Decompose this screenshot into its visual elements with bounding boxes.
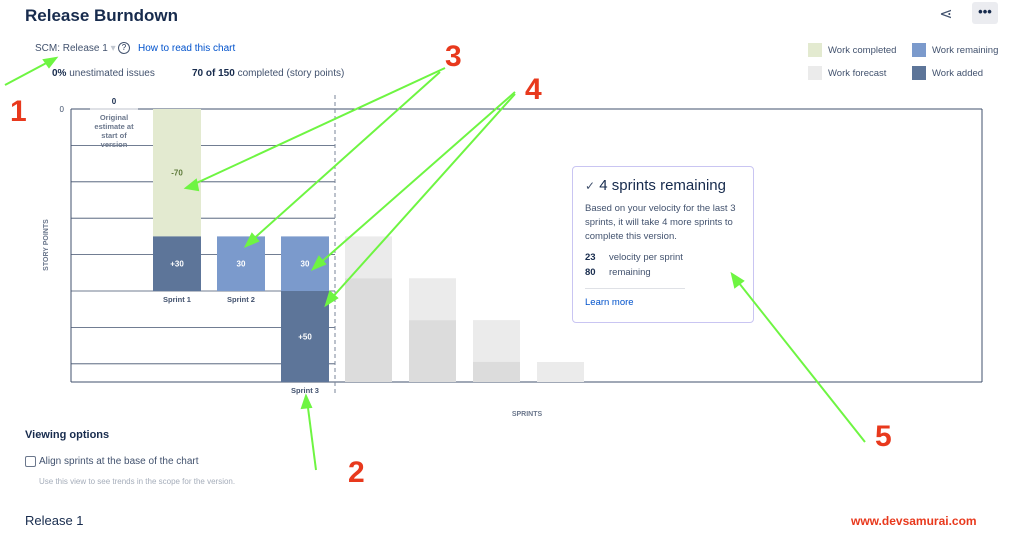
bar-work-forecast [345, 236, 392, 279]
annotation-3: 3 [445, 40, 462, 73]
bar-work-forecast [473, 320, 520, 362]
align-sprints-hint: Use this view to see trends in the scope… [39, 477, 236, 486]
y-axis-label: STORY POINTS [43, 219, 50, 271]
bar-label: +50 [298, 333, 312, 342]
bar-forecast-remaining [473, 361, 520, 382]
bar-label: +30 [170, 260, 184, 269]
original-estimate-bar [90, 108, 138, 110]
check-icon: ✓ [585, 179, 596, 193]
original-estimate-label: estimate at [94, 122, 134, 131]
original-estimate-label: version [101, 140, 128, 149]
original-estimate-label: Original [100, 113, 128, 122]
align-sprints-checkbox[interactable] [25, 456, 36, 467]
release-heading: Release 1 [25, 513, 84, 528]
sprint-label: Sprint 3 [291, 386, 319, 395]
viewing-options-heading: Viewing options [25, 429, 110, 441]
card-title: 4 sprints remaining [599, 177, 726, 194]
annotation-4: 4 [525, 73, 542, 106]
bar-work-forecast [537, 361, 584, 382]
bar-work-forecast [409, 278, 456, 321]
card-body: Based on your velocity for the last 3 sp… [585, 203, 736, 242]
y-tick-label: 0 [60, 105, 65, 114]
annotation-1: 1 [10, 95, 27, 128]
annotation-2: 2 [348, 456, 365, 489]
annotation-5: 5 [875, 420, 892, 453]
original-estimate-value: 0 [112, 97, 117, 106]
bar-label: -70 [171, 169, 183, 178]
sprint-label: Sprint 2 [227, 295, 255, 304]
original-estimate-label: start of [101, 131, 127, 140]
x-axis-label: SPRINTS [512, 411, 543, 418]
bar-forecast-remaining [345, 278, 392, 382]
velocity-stat: 23 velocity per sprint [585, 252, 683, 263]
remaining-stat: 80 remaining [585, 267, 651, 278]
learn-more-link[interactable]: Learn more [585, 288, 685, 308]
align-sprints-label[interactable]: Align sprints at the base of the chart [39, 456, 199, 467]
burndown-chart: 0 STORY POINTS SPRINTS 0 Originalestimate at… [43, 95, 983, 418]
sprint-label: Sprint 1 [163, 295, 191, 304]
watermark: www.devsamurai.com [851, 514, 977, 528]
bar-label: 30 [237, 260, 246, 269]
forecast-card: ✓ 4 sprints remaining Based on your velo… [572, 166, 754, 323]
bar-label: 30 [301, 260, 310, 269]
bar-forecast-remaining [409, 320, 456, 382]
